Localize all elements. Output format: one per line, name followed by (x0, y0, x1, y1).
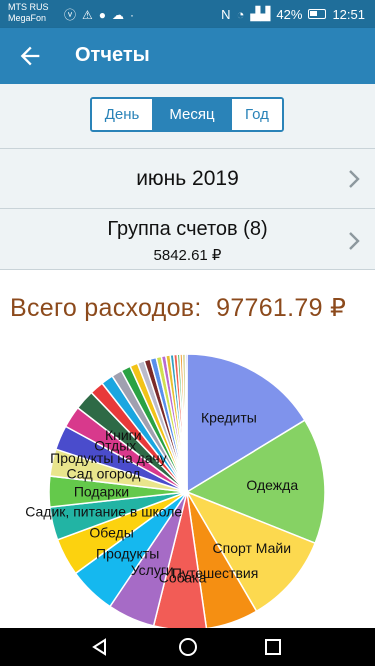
pie-slice-label: Садик, питание в школе (25, 504, 182, 520)
signal-icon: ▟▟ (250, 6, 271, 21)
expenses-pie-chart[interactable]: КредитыОдеждаСпорт МайиПутешествияСобака… (0, 340, 375, 628)
period-selector-area: День Месяц Год (0, 84, 375, 148)
recents-nav-icon[interactable] (263, 637, 283, 657)
chat-icon: ● (98, 8, 113, 22)
period-segmented-control: День Месяц Год (90, 97, 284, 132)
pie-slice-label: Продукты (96, 546, 159, 562)
chevron-right-icon (349, 232, 360, 250)
pie-slice-label: Услуги (131, 562, 174, 578)
account-group-row[interactable]: Группа счетов (8) 5842.61 ₽ (0, 208, 375, 270)
battery-icon (308, 9, 327, 19)
pie-slice-label: Обеды (89, 524, 133, 540)
carrier-line-1: MTS RUS (8, 2, 49, 12)
page-title: Отчеты (75, 44, 150, 66)
total-expenses-value: 97761.79 ₽ (216, 294, 347, 322)
battery-percent: 42% (276, 6, 303, 22)
system-nav-bar (0, 628, 375, 666)
tab-month[interactable]: Месяц (154, 99, 230, 130)
carrier-info: MTS RUS MegaFon (8, 2, 49, 24)
carrier-line-2: MegaFon (8, 13, 47, 23)
system-status: N ◔ ▟▟ 42% 12:51 (221, 6, 365, 22)
account-group-sum: 5842.61 ₽ (153, 247, 222, 264)
pie-slice-label: Спорт Майи (213, 540, 292, 556)
chevron-right-icon (349, 170, 360, 188)
notification-icons: ⓥ⚠●☁· (64, 6, 140, 23)
month-selector-row[interactable]: июнь 2019 (0, 148, 375, 208)
tab-day[interactable]: День (92, 99, 154, 130)
more-dots-icon: · (130, 8, 141, 22)
back-nav-icon[interactable] (90, 637, 110, 657)
account-group-label: Группа счетов (8) (107, 218, 268, 240)
warning-icon: ⚠ (82, 8, 99, 22)
total-expenses-label: Всего расходов: (10, 294, 202, 322)
pie-slice-label: Книги (105, 427, 142, 443)
wifi-icon: ◔ (236, 6, 245, 22)
clock: 12:51 (332, 6, 365, 22)
nfc-icon: N (221, 6, 231, 22)
total-expenses: Всего расходов: 97761.79 ₽ (10, 293, 346, 323)
pie-slice-label: Сад огород (66, 466, 140, 482)
cloud-icon: ☁ (112, 8, 131, 22)
home-nav-icon[interactable] (178, 637, 198, 657)
pie-slice-label: Одежда (246, 477, 298, 493)
vk-icon: ⓥ (64, 8, 83, 22)
month-label: июнь 2019 (136, 167, 239, 190)
status-bar: MTS RUS MegaFon ⓥ⚠●☁· N ◔ ▟▟ 42% 12:51 (0, 0, 375, 28)
back-arrow-icon[interactable] (16, 42, 44, 70)
pie-slice-label: Кредиты (201, 409, 257, 425)
tab-year[interactable]: Год (230, 99, 282, 130)
app-bar: Отчеты (0, 28, 375, 84)
pie-slice-label: Подарки (74, 484, 129, 500)
